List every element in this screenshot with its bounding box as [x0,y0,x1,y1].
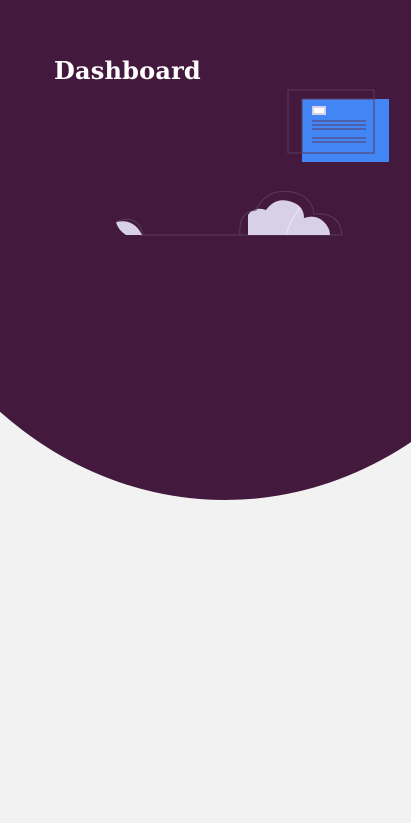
dashboard-illustration [116,89,389,236]
dashboard-screen: Dashboard [0,0,411,823]
plant-leaf-icon [116,218,144,236]
cloud-bush-icon [239,190,343,236]
document-card-icon [287,89,389,162]
